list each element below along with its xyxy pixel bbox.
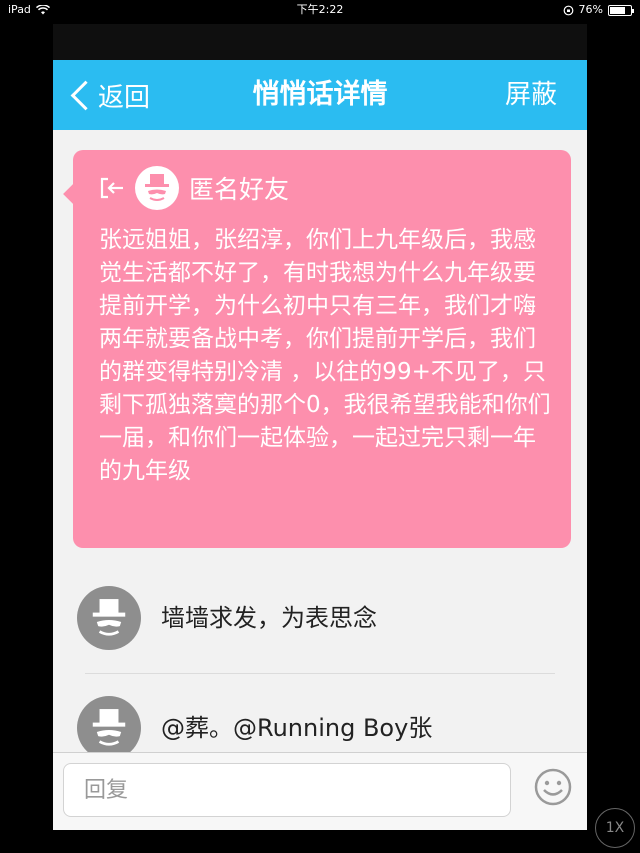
reply-input[interactable]: 回复 <box>63 763 511 817</box>
exit-icon[interactable] <box>99 176 125 200</box>
comment-item[interactable]: @葬。@Running Boy张 <box>53 674 587 752</box>
comment-list: 墙墙求发，为表思念 @葬。@Running Boy张 <box>53 564 587 752</box>
comment-text: @葬。@Running Boy张 <box>161 714 433 742</box>
commenter-avatar-icon <box>77 696 141 752</box>
status-time: 下午2:22 <box>296 3 344 16</box>
nav-bar: 返回 悄悄话详情 屏蔽 <box>53 60 587 130</box>
card-header: 匿名好友 <box>99 166 289 210</box>
speed-badge[interactable]: 1X <box>595 808 635 848</box>
message-text: 张远姐姐，张绍淳，你们上九年级后，我感觉生活都不好了，有时我想为什么九年级要提前… <box>99 227 551 484</box>
message-card: 匿名好友 张远姐姐，张绍淳，你们上九年级后，我感觉生活都不好了，有时我想为什么九… <box>63 150 571 548</box>
anonymous-avatar-icon <box>135 166 179 210</box>
battery-icon <box>608 4 634 16</box>
reply-bar: 回复 <box>53 752 587 830</box>
battery-percent: 76% <box>578 3 603 16</box>
rotation-lock-icon <box>563 5 573 15</box>
emoji-icon[interactable] <box>533 767 573 807</box>
card-pointer <box>63 184 83 204</box>
status-bar: iPad 下午2:22 76% <box>0 0 640 20</box>
app-status-strip <box>53 24 587 60</box>
comment-text: 墙墙求发，为表思念 <box>161 604 377 632</box>
block-button[interactable]: 屏蔽 <box>505 60 557 130</box>
comment-item[interactable]: 墙墙求发，为表思念 <box>53 564 587 674</box>
commenter-avatar-icon <box>77 586 141 650</box>
content-area[interactable]: 匿名好友 张远姐姐，张绍淳，你们上九年级后，我感觉生活都不好了，有时我想为什么九… <box>53 130 587 752</box>
author-name: 匿名好友 <box>189 175 290 204</box>
app-screen: 返回 悄悄话详情 屏蔽 匿名好友 张远姐姐，张绍淳，你们上九年级后，我感觉生活都… <box>53 24 587 830</box>
